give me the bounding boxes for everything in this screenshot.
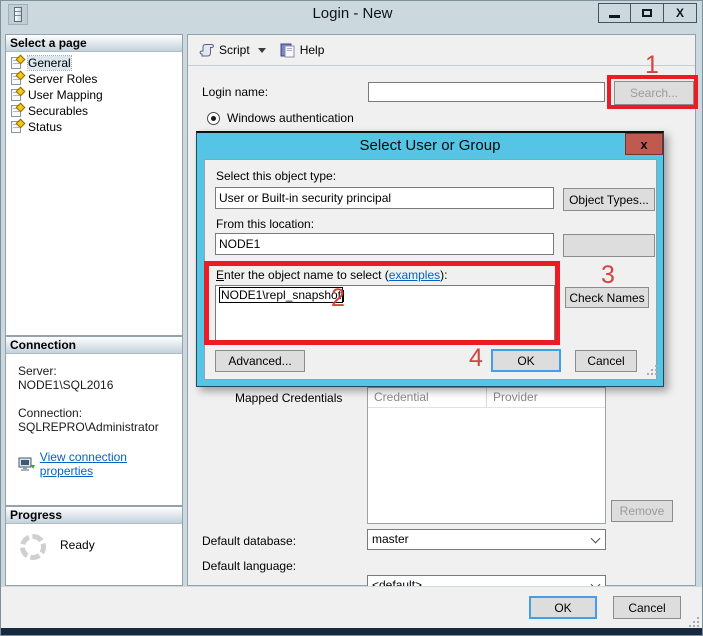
computer-icon <box>18 457 35 471</box>
default-database-select[interactable]: master <box>367 529 606 550</box>
locations-button[interactable] <box>563 234 655 257</box>
page-icon <box>11 54 26 70</box>
dialog-ok-button[interactable]: OK <box>491 349 561 372</box>
from-location-label: From this location: <box>216 217 315 231</box>
default-database-label: Default database: <box>202 534 297 548</box>
object-type-label: Select this object type: <box>216 169 337 183</box>
chevron-down-icon <box>590 533 601 544</box>
select-user-or-group-dialog: Select User or Group x Select this objec… <box>196 131 664 387</box>
progress-status: Ready <box>60 538 95 552</box>
examples-link[interactable]: examples <box>389 268 440 282</box>
cancel-button[interactable]: Cancel <box>613 596 681 619</box>
progress-spinner-icon <box>20 534 46 560</box>
login-new-window: Login - New X Select a page General Serv… <box>0 0 703 636</box>
provider-column-header[interactable]: Provider <box>487 388 605 407</box>
page-icon <box>11 70 26 86</box>
connection-label: Connection: <box>18 406 83 420</box>
close-icon: X <box>675 6 684 20</box>
check-names-button[interactable]: Check Names <box>565 287 649 308</box>
connection-panel: Connection Server: NODE1\SQL2016 Connect… <box>5 336 183 506</box>
server-value: NODE1\SQL2016 <box>18 378 114 392</box>
desktop-strip <box>1 628 702 635</box>
dialog-title: Select User or Group <box>359 137 501 154</box>
help-label: Help <box>299 43 325 57</box>
dialog-resize-grip[interactable] <box>647 365 657 375</box>
text-caret <box>343 289 345 302</box>
object-name-label: Enter the object name to select (example… <box>216 268 448 282</box>
server-label: Server: <box>18 364 57 378</box>
page-icon <box>11 102 26 118</box>
page-icon <box>11 118 26 134</box>
sidebar-item-server-roles[interactable]: Server Roles <box>9 70 182 87</box>
sidebar-item-user-mapping[interactable]: User Mapping <box>9 86 182 103</box>
object-types-button[interactable]: Object Types... <box>563 188 655 211</box>
titlebar[interactable]: Login - New X <box>1 1 702 28</box>
page-icon <box>11 86 26 102</box>
sidebar-item-general[interactable]: General <box>9 54 182 71</box>
script-button[interactable]: Script <box>198 43 266 58</box>
select-a-page-panel: Select a page General Server Roles User … <box>5 34 183 336</box>
maximize-button[interactable] <box>631 3 664 23</box>
object-name-value: NODE1\repl_snapshot <box>219 287 344 303</box>
script-dropdown-icon[interactable] <box>257 47 266 53</box>
login-name-label: Login name: <box>202 85 269 99</box>
sidebar-item-status[interactable]: Status <box>9 118 182 135</box>
sidebar-item-securables[interactable]: Securables <box>9 102 182 119</box>
credentials-table[interactable]: Credential Provider <box>367 387 606 524</box>
connection-header: Connection <box>6 337 182 354</box>
dialog-close-button[interactable]: x <box>625 133 663 155</box>
advanced-button[interactable]: Advanced... <box>215 350 305 372</box>
dialog-body: Select this object type: User or Built-i… <box>204 159 657 380</box>
default-database-value: master <box>372 532 409 546</box>
bottom-bar: OK Cancel <box>1 586 702 628</box>
toolbar: Script Help <box>188 35 695 66</box>
radio-selected-icon[interactable] <box>207 111 220 125</box>
page-tree: General Server Roles User Mapping Secura… <box>6 52 182 135</box>
progress-header: Progress <box>6 507 182 524</box>
progress-panel: Progress Ready <box>5 506 183 586</box>
dialog-cancel-button[interactable]: Cancel <box>575 350 637 372</box>
object-name-textarea[interactable]: NODE1\repl_snapshot <box>215 285 555 342</box>
minimize-icon <box>609 14 620 18</box>
connection-value: SQLREPRO\Administrator <box>18 420 159 434</box>
script-label: Script <box>219 43 250 57</box>
object-type-field[interactable]: User or Built-in security principal <box>215 187 554 209</box>
login-name-input[interactable] <box>368 82 605 102</box>
close-icon: x <box>640 136 648 152</box>
maximize-icon <box>642 9 652 17</box>
minimize-button[interactable] <box>598 3 631 23</box>
mapped-credentials-label: Mapped Credentials <box>235 391 343 405</box>
remove-button[interactable]: Remove <box>611 500 673 522</box>
select-a-page-header: Select a page <box>6 35 182 52</box>
location-field[interactable]: NODE1 <box>215 233 554 255</box>
resize-grip[interactable] <box>689 617 699 627</box>
view-connection-properties-link[interactable]: View connection properties <box>40 450 182 478</box>
close-button[interactable]: X <box>664 3 697 23</box>
credential-column-header[interactable]: Credential <box>368 388 487 407</box>
default-language-label: Default language: <box>202 559 297 573</box>
search-button[interactable]: Search... <box>614 81 694 105</box>
script-icon <box>199 43 214 56</box>
windows-auth-label: Windows authentication <box>227 111 354 125</box>
help-button[interactable]: Help <box>280 43 325 58</box>
help-icon <box>280 43 295 57</box>
windows-auth-option[interactable]: Windows authentication <box>207 111 354 125</box>
ok-button[interactable]: OK <box>529 596 597 619</box>
